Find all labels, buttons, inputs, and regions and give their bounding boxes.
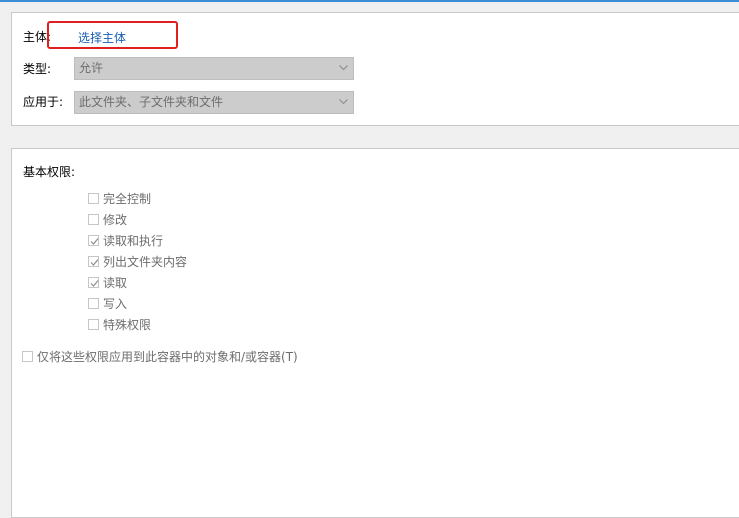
permission-checkbox[interactable] [88,318,99,330]
permission-item[interactable]: 特殊权限 [88,316,151,332]
permission-item[interactable]: 读取 [88,274,127,290]
permission-checkbox[interactable] [88,192,99,204]
chevron-down-icon [339,65,348,71]
type-label: 类型: [23,62,52,76]
permission-item[interactable]: 写入 [88,295,127,311]
permission-checkbox[interactable] [88,234,99,246]
window-top-edge [0,0,739,2]
permission-label: 写入 [103,296,128,311]
basic-permissions-label: 基本权限: [23,165,76,179]
permission-label: 完全控制 [103,191,152,206]
permission-item[interactable]: 列出文件夹内容 [88,253,187,269]
permission-item[interactable]: 修改 [88,211,127,227]
applies-to-dropdown[interactable]: 此文件夹、子文件夹和文件 [74,91,354,114]
chevron-down-icon [339,99,348,105]
permission-label: 读取和执行 [103,233,164,248]
select-principal-link[interactable]: 选择主体 [78,30,126,46]
permission-checkbox[interactable] [88,297,99,309]
permission-label: 修改 [103,212,128,227]
permission-label: 读取 [103,275,128,290]
applies-to-dropdown-value: 此文件夹、子文件夹和文件 [79,95,224,109]
permission-item[interactable]: 完全控制 [88,190,151,206]
permission-checkbox[interactable] [88,213,99,225]
check-icon [90,237,99,245]
apply-only-checkbox-row[interactable]: 仅将这些权限应用到此容器中的对象和/或容器(T) [22,348,298,364]
type-dropdown[interactable]: 允许 [74,57,354,80]
applies-to-label: 应用于: [23,95,64,109]
permission-item[interactable]: 读取和执行 [88,232,163,248]
check-icon [90,279,99,287]
permission-label: 列出文件夹内容 [103,254,188,269]
check-icon [90,258,99,266]
apply-only-checkbox[interactable] [22,350,33,362]
apply-only-label: 仅将这些权限应用到此容器中的对象和/或容器(T) [37,349,298,364]
permission-checkbox[interactable] [88,255,99,267]
permission-label: 特殊权限 [103,317,152,332]
permission-checkbox[interactable] [88,276,99,288]
type-dropdown-value: 允许 [79,61,104,75]
